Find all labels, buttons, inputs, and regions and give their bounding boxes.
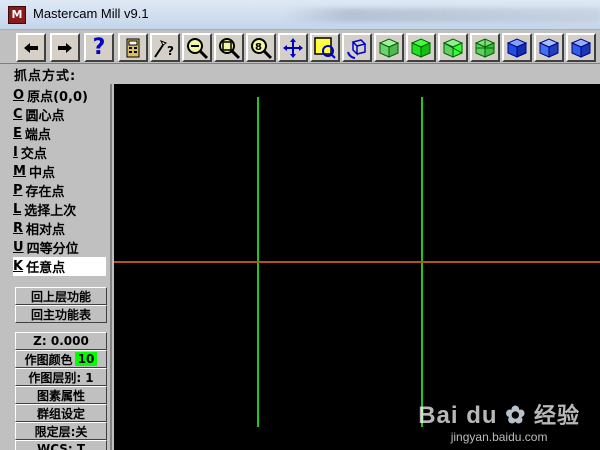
- zoom-fit-icon: 8: [251, 37, 273, 59]
- snap-center[interactable]: C 圆心点: [13, 105, 106, 124]
- analyze-button[interactable]: ?: [150, 33, 180, 62]
- snap-midpoint[interactable]: M 中点: [13, 162, 106, 181]
- cube-blue-2-button[interactable]: [534, 33, 564, 62]
- watermark-url: jingyan.baidu.com: [450, 430, 548, 444]
- main-menu-button[interactable]: 回主功能表: [15, 305, 107, 323]
- baidu-watermark: Bai du ✿ 经验 jingyan.baidu.com: [418, 398, 580, 444]
- wcs-button[interactable]: WCS: T: [15, 440, 107, 450]
- cube-blue-3-icon: [570, 37, 592, 58]
- window-title: Mastercam Mill v9.1: [33, 6, 149, 21]
- snap-origin[interactable]: O 原点(0,0): [13, 86, 106, 105]
- zoom-out-icon: [219, 37, 241, 59]
- snap-last[interactable]: L 选择上次: [13, 200, 106, 219]
- calculator-icon: [126, 38, 140, 57]
- hotkey: R: [13, 221, 24, 236]
- hotkey: O: [13, 88, 25, 103]
- cube-iso-button[interactable]: [470, 33, 500, 62]
- select-view-button[interactable]: [310, 33, 340, 62]
- layer-button[interactable]: 作图层别: 1: [15, 368, 107, 386]
- cube-front-button[interactable]: [406, 33, 436, 62]
- forward-arrow-button[interactable]: [50, 33, 80, 62]
- hotkey: U: [13, 240, 24, 255]
- pan-button[interactable]: [278, 33, 308, 62]
- zoom-window-icon: [187, 37, 209, 59]
- color-button[interactable]: 作图颜色 10: [15, 350, 107, 368]
- cube-blue-1-icon: [506, 37, 528, 58]
- cube-top-icon: [378, 37, 400, 58]
- select-view-icon: [314, 36, 336, 59]
- snap-quadrant[interactable]: U 四等分位: [13, 238, 106, 257]
- snap-relative[interactable]: R 相对点: [13, 219, 106, 238]
- attributes-button[interactable]: 图素属性: [15, 386, 107, 404]
- cube-side-icon: [442, 37, 464, 58]
- group-button[interactable]: 群组设定: [15, 404, 107, 422]
- cube-front-icon: [410, 37, 432, 58]
- app-icon[interactable]: M: [8, 6, 26, 24]
- snap-sketch[interactable]: K 任意点: [13, 257, 106, 276]
- pan-icon: [283, 37, 303, 58]
- hotkey: L: [13, 202, 22, 217]
- menu-label: 选择上次: [24, 204, 77, 219]
- cube-iso-icon: [474, 37, 496, 58]
- menu-label: 交点: [20, 147, 47, 162]
- cube-blue-1-button[interactable]: [502, 33, 532, 62]
- back-arrow-icon: [24, 42, 38, 53]
- menu-label: 存在点: [25, 185, 65, 200]
- horizontal-axis-line: [114, 261, 600, 263]
- cube-blue-3-button[interactable]: [566, 33, 596, 62]
- snap-mode-label: 抓点方式:: [14, 69, 77, 84]
- hotkey: M: [13, 164, 26, 179]
- menu-label: 四等分位: [26, 242, 79, 257]
- blurred-title-region: [285, 8, 600, 22]
- hotkey: I: [13, 145, 18, 160]
- hotkey: E: [13, 126, 22, 141]
- help-icon: ?: [92, 35, 106, 60]
- svg-text:?: ?: [167, 44, 174, 58]
- calculator-button[interactable]: [118, 33, 148, 62]
- limit-layer-button[interactable]: 限定层:关: [15, 422, 107, 440]
- hotkey: K: [13, 259, 24, 274]
- title-bar: M Mastercam Mill v9.1: [0, 0, 600, 30]
- z-depth-button[interactable]: Z: 0.000: [15, 332, 107, 350]
- hotkey: P: [13, 183, 23, 198]
- snap-endpoint[interactable]: E 端点: [13, 124, 106, 143]
- forward-arrow-icon: [58, 42, 72, 53]
- baidu-logo: Bai du ✿ 经验: [418, 402, 580, 429]
- menu-label: 端点: [24, 128, 51, 143]
- hotkey: C: [13, 107, 23, 122]
- svg-text:8: 8: [255, 42, 262, 53]
- cube-top-button[interactable]: [374, 33, 404, 62]
- paw-icon: ✿: [497, 402, 534, 429]
- back-function-button[interactable]: 回上层功能: [15, 287, 107, 305]
- menu-label: 中点: [28, 166, 55, 181]
- jingyan-label: 经验: [533, 404, 580, 429]
- back-arrow-button[interactable]: [16, 33, 46, 62]
- analyze-icon: ?: [154, 39, 174, 58]
- color-label: 作图颜色: [24, 352, 73, 367]
- color-indicator: 10: [74, 352, 98, 366]
- menu-label: 相对点: [26, 223, 66, 238]
- snap-intersection[interactable]: I 交点: [13, 143, 106, 162]
- rotate-view-button[interactable]: [342, 33, 372, 62]
- rotate-view-icon: [347, 38, 367, 59]
- zoom-out-button[interactable]: [214, 33, 244, 62]
- menu-label: 任意点: [26, 261, 66, 276]
- menu-label: 原点(0,0): [27, 90, 88, 105]
- menu-label: 圆心点: [25, 109, 65, 124]
- snap-existing-point[interactable]: P 存在点: [13, 181, 106, 200]
- cube-blue-2-icon: [538, 37, 560, 58]
- zoom-window-button[interactable]: [182, 33, 212, 62]
- cube-side-button[interactable]: [438, 33, 468, 62]
- help-button[interactable]: ?: [84, 33, 114, 62]
- toolbar: ? ? 8: [0, 30, 600, 64]
- snap-menu: O 原点(0,0) C 圆心点 E 端点 I 交点 M 中点 P 存在点 L 选择上次 R 相对…: [0, 84, 112, 450]
- zoom-fit-button[interactable]: 8: [246, 33, 276, 62]
- graphics-viewport[interactable]: Bai du ✿ 经验 jingyan.baidu.com: [114, 84, 600, 450]
